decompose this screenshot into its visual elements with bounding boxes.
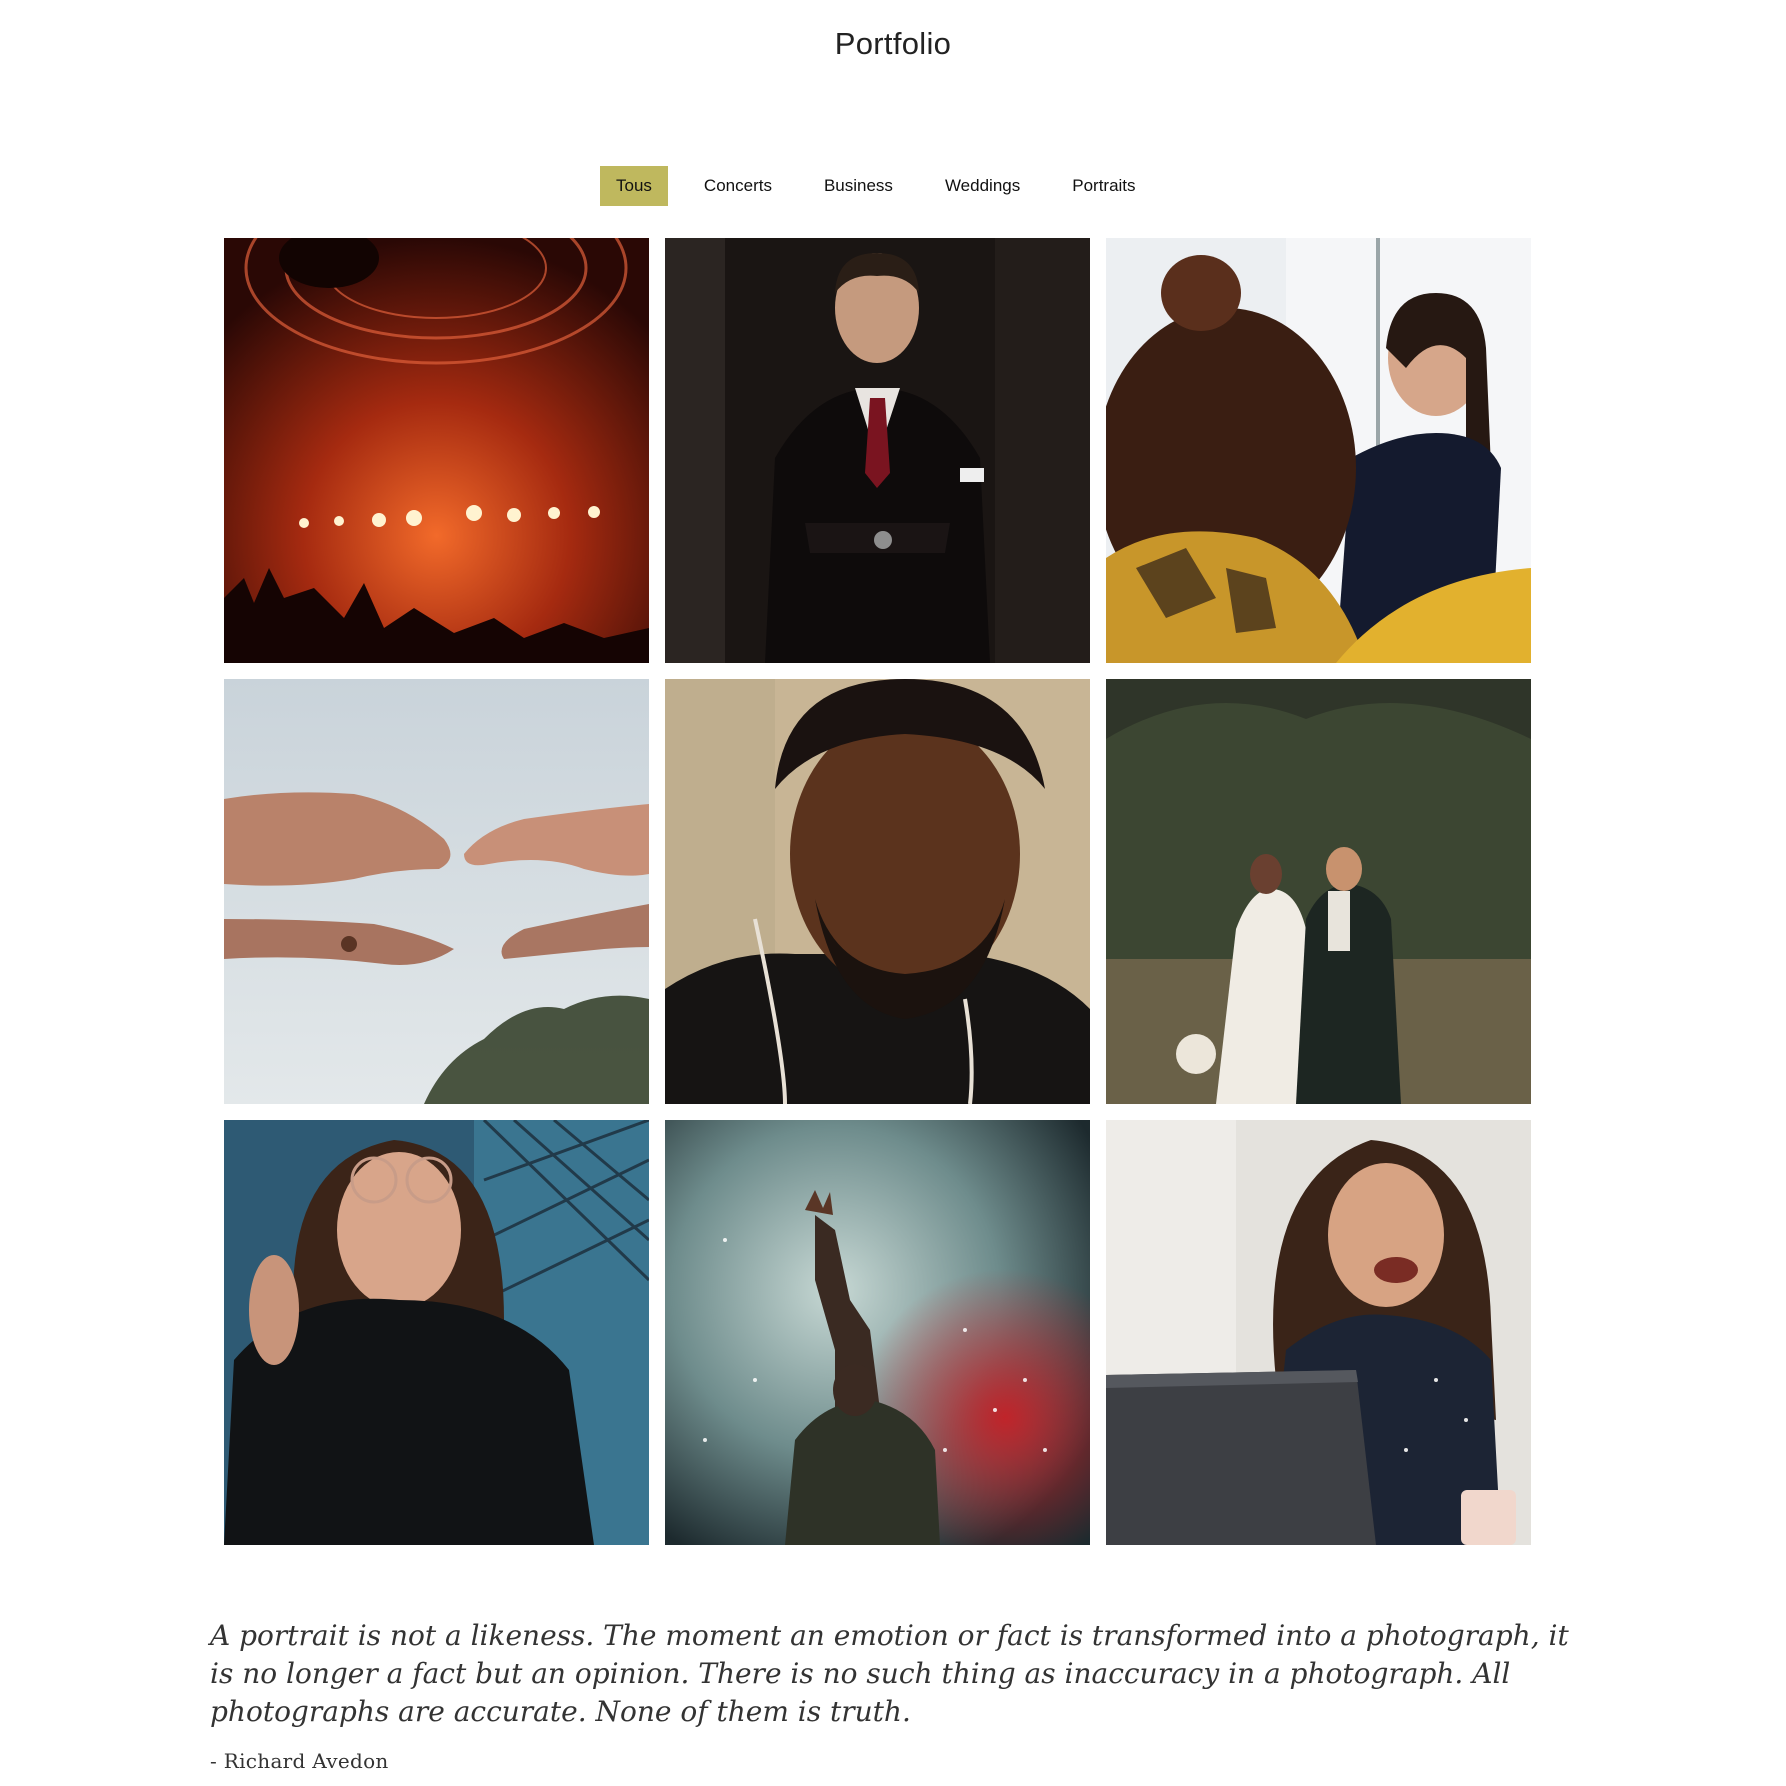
quote-text: A portrait is not a likeness. The moment…	[210, 1619, 1569, 1728]
filter-tab-portraits[interactable]: Portraits	[1056, 166, 1151, 206]
photo-businessman[interactable]	[665, 238, 1090, 663]
photo-woman-glasses[interactable]	[224, 1120, 649, 1545]
filter-tab-business[interactable]: Business	[808, 166, 909, 206]
photo-wedding-couple[interactable]	[1106, 679, 1531, 1104]
photo-performer-smoke[interactable]	[665, 1120, 1090, 1545]
quote-author: - Richard Avedon	[210, 1749, 389, 1773]
photo-wedding-hands[interactable]	[224, 679, 649, 1104]
photo-man-portrait[interactable]	[665, 679, 1090, 1104]
filter-tab-concerts[interactable]: Concerts	[688, 166, 788, 206]
filter-tabs: Tous Concerts Business Weddings Portrait…	[600, 166, 1172, 206]
filter-tab-weddings[interactable]: Weddings	[929, 166, 1036, 206]
page-title: Portfolio	[834, 26, 952, 61]
photo-meeting-woman[interactable]	[1106, 238, 1531, 663]
photo-laughing-woman[interactable]	[1106, 1120, 1531, 1545]
photo-concert-stage[interactable]	[224, 238, 649, 663]
photo-gallery	[224, 238, 1533, 1545]
filter-tab-tous[interactable]: Tous	[600, 166, 668, 206]
